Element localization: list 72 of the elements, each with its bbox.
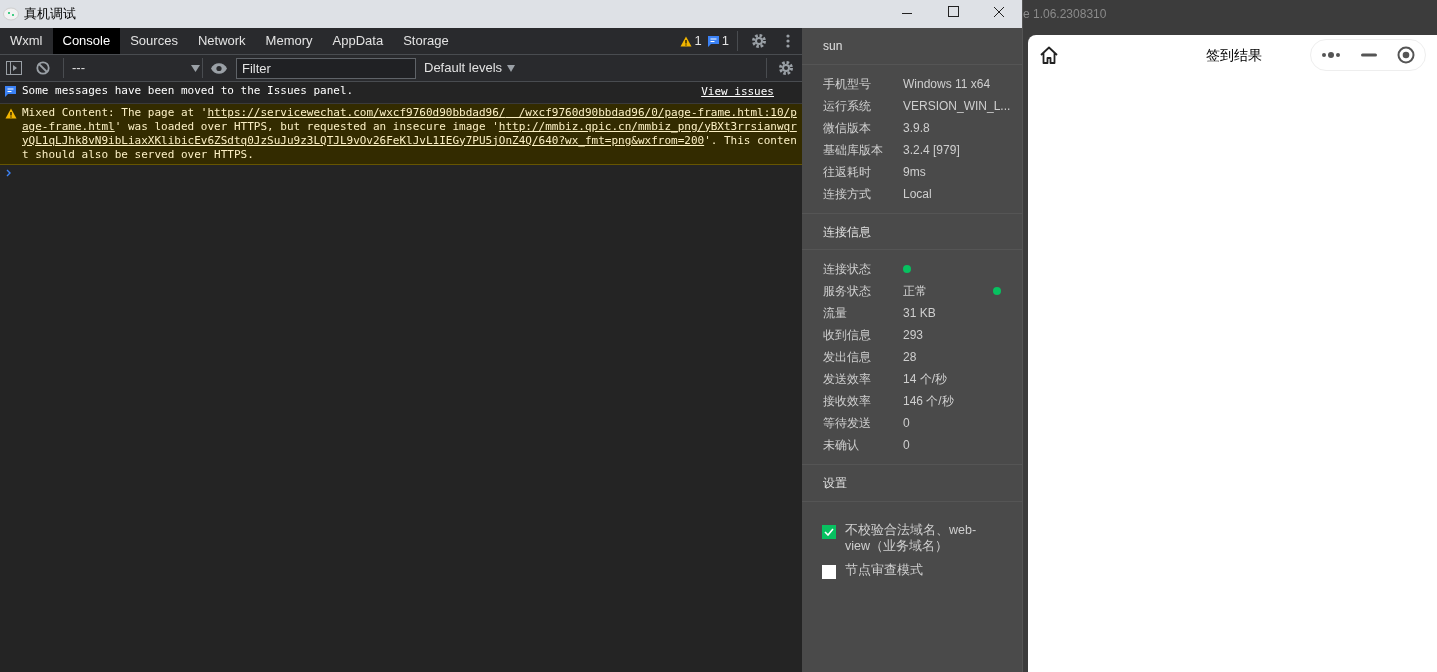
info-value: 293 [903, 327, 924, 344]
checkbox[interactable] [822, 525, 836, 539]
warning-icon [5, 107, 17, 119]
message-count[interactable]: 1 [721, 31, 738, 51]
devtools-tab[interactable]: Console [52, 28, 121, 54]
option-label: 节点审查模式 [845, 562, 924, 578]
minimize-icon[interactable] [1361, 53, 1377, 57]
prompt-chevron-icon [6, 168, 12, 177]
clear-console-icon[interactable] [36, 61, 50, 75]
console-message: Mixed Content: The page at 'https://servicewechat.com/wxcf9760d90bbdad96/ /wxcf9760d90bbdad96/0/page-frame.html:10/page-frame.html' was loaded over HTTPS, but requested an insecure image 'http://mmbiz.qpic.cn/mmbiz_png/yBXt3rrsianwqryQL1qLJhk8vN9ibLiaxXKlibicEv6ZSdtq0JzSuJu9z3LQTJL9vOv26FeKlJvL1IEGy7PU5jOnZ4Q/640?wx_fmt=png&wxfrom=200'. This content should also be served over HTTPS. [22, 105, 797, 162]
dropdown-caret-icon [507, 64, 516, 72]
message-icon [5, 86, 17, 97]
option-label: 不校验合法域名、web-view（业务域名） [845, 522, 978, 554]
info-label: 发送效率 [823, 371, 872, 388]
info-label: 发出信息 [823, 349, 872, 366]
info-label: 基础库版本 [823, 142, 884, 159]
log-levels-dropdown[interactable]: Default levels [424, 58, 516, 78]
settings-icon[interactable] [751, 33, 767, 49]
info-label: 往返耗时 [823, 164, 872, 181]
devtools-tab[interactable]: Memory [255, 28, 323, 54]
info-value: Windows 11 x64 [903, 76, 991, 93]
info-label: 连接状态 [823, 261, 872, 278]
eye-icon[interactable] [211, 62, 227, 74]
info-label: 连接方式 [823, 186, 872, 203]
info-label: 运行系统 [823, 98, 872, 115]
info-label: 接收效率 [823, 393, 872, 410]
page-title: 签到结果 [1206, 45, 1262, 65]
info-label: 流量 [823, 305, 848, 322]
info-label: 手机型号 [823, 76, 872, 93]
settings-icon[interactable] [778, 60, 794, 76]
dropdown-caret-icon [191, 64, 200, 72]
info-value: 9ms [903, 164, 926, 181]
info-value: 0 [903, 437, 910, 454]
devtools-tab[interactable]: Network [187, 28, 256, 54]
info-label: 微信版本 [823, 120, 872, 137]
sidebar-toggle-icon[interactable] [6, 61, 22, 75]
info-label: 未确认 [823, 437, 860, 454]
info-label: 收到信息 [823, 327, 872, 344]
devtools-tab[interactable]: Storage [393, 28, 459, 54]
window-title: 真机调试 [24, 5, 76, 24]
user-name: sun [823, 38, 843, 55]
version-text: e 1.06.2308310 [1023, 6, 1107, 23]
info-value: Local [903, 186, 932, 203]
close-target-icon[interactable] [1397, 46, 1415, 64]
info-value: 正常 [903, 283, 927, 300]
chat-bubble-icon [3, 7, 19, 21]
home-icon[interactable] [1039, 46, 1059, 64]
message-icon [707, 35, 719, 47]
filter-field[interactable]: Filter [236, 57, 416, 79]
info-label: 服务状态 [823, 283, 872, 300]
devtools-tab[interactable]: AppData [322, 28, 394, 54]
info-value: 3.2.4 [979] [903, 142, 960, 159]
checkbox[interactable] [822, 565, 836, 579]
info-value: 31 KB [903, 305, 936, 322]
info-value: 146 个/秒 [903, 393, 954, 410]
warning-count[interactable]: 1 [694, 31, 702, 51]
info-value: 0 [903, 415, 910, 432]
more-options-icon[interactable] [786, 33, 790, 49]
devtools-tab[interactable]: Sources [120, 28, 188, 54]
context-dropdown[interactable]: --- [63, 58, 203, 78]
section-title: 设置 [823, 475, 847, 492]
devtools-tab[interactable]: Wxml [0, 28, 53, 54]
info-value: 28 [903, 349, 917, 366]
more-icon[interactable] [1321, 51, 1341, 59]
info-value: 14 个/秒 [903, 371, 947, 388]
view-issues-link[interactable]: View issues [701, 84, 774, 101]
info-label: 等待发送 [823, 415, 872, 432]
warning-icon [679, 35, 692, 47]
console-message: Some messages have been moved to the Issues panel. [22, 84, 355, 98]
info-value: VERSION_WIN_L... [903, 98, 1011, 115]
section-title: 连接信息 [823, 223, 871, 241]
info-value: 3.9.8 [903, 120, 930, 137]
